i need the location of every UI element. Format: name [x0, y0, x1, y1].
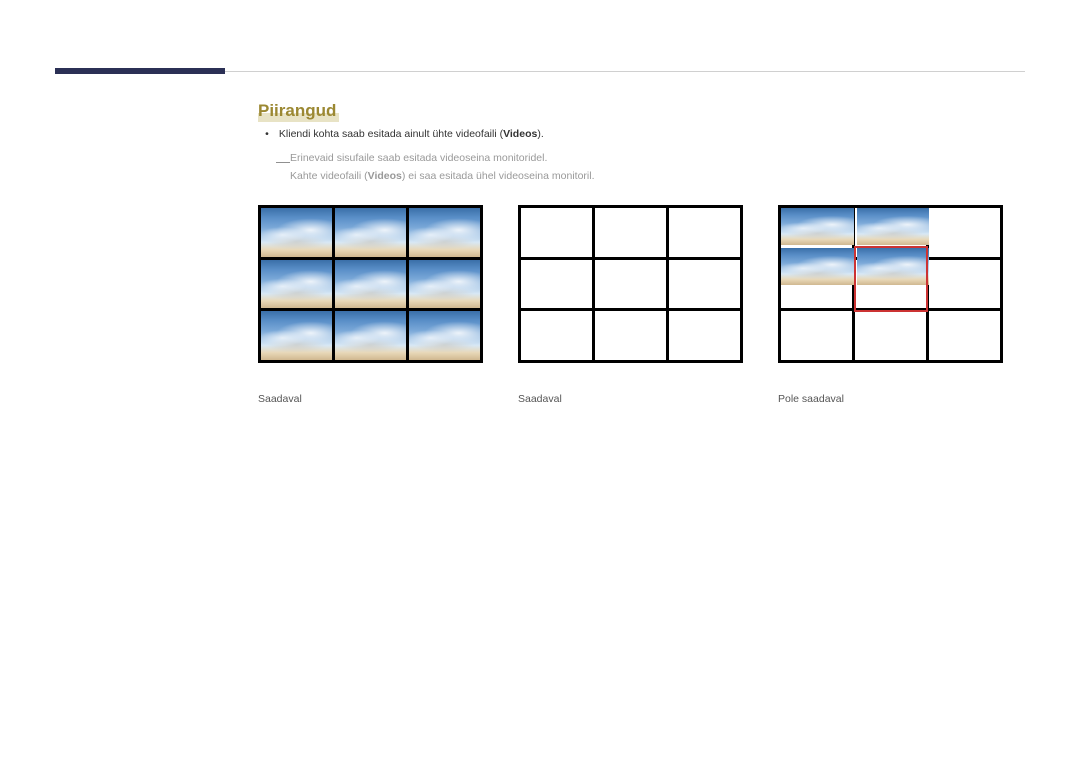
videowall-grid-overlap: [778, 205, 1003, 363]
video-cell: [857, 248, 930, 285]
videos-keyword: Videos: [503, 128, 537, 140]
grid-cell-sky: [261, 208, 332, 257]
illustration-available-empty: Saadaval: [518, 205, 743, 405]
grid-cell-empty: [781, 311, 852, 360]
dash-icon: ―: [276, 150, 290, 174]
grid-cell-empty: [929, 208, 1000, 257]
grid-cell-sky: [261, 260, 332, 309]
sub-line1: Erinevaid sisufaile saab esitada videose…: [290, 152, 547, 164]
video-cell: [781, 248, 854, 285]
videowall-grid-empty: [518, 205, 743, 363]
sub-line2-suffix: ) ei saa esitada ühel videoseina monitor…: [402, 170, 595, 182]
grid-cell-sky: [335, 260, 406, 309]
grid-cell-sky: [335, 311, 406, 360]
illustration-not-available: Pole saadaval: [778, 205, 1003, 405]
grid-cell-sky: [335, 208, 406, 257]
grid-cell-empty: [669, 208, 740, 257]
caption-available: Saadaval: [258, 393, 483, 405]
grid-cell-empty: [595, 208, 666, 257]
header-divider: [225, 71, 1025, 72]
video-cell: [781, 208, 854, 245]
section-title: Piirangud: [258, 100, 339, 122]
grid-cell-empty: [855, 311, 926, 360]
video-cell: [857, 208, 930, 245]
bullet-item: • Kliendi kohta saab esitada ainult ühte…: [258, 128, 958, 140]
grid-cell-empty: [929, 311, 1000, 360]
grid-cell-sky: [409, 208, 480, 257]
grid-cell-empty: [929, 260, 1000, 309]
grid-cells: [518, 205, 743, 363]
grid-cell-empty: [521, 208, 592, 257]
sub-line2-prefix: Kahte videofaili (: [290, 170, 368, 182]
grid-cell-empty: [669, 311, 740, 360]
caption-available: Saadaval: [518, 393, 743, 405]
grid-cell-empty: [595, 260, 666, 309]
restrictions-text: • Kliendi kohta saab esitada ainult ühte…: [258, 128, 958, 186]
illustrations-row: Saadaval Saadaval: [258, 205, 1003, 405]
grid-cell-sky: [261, 311, 332, 360]
grid-cell-empty: [595, 311, 666, 360]
grid-cells: [258, 205, 483, 363]
grid-cell-empty: [521, 260, 592, 309]
videowall-grid-full: [258, 205, 483, 363]
header-accent-bar: [55, 68, 225, 74]
grid-cell-sky: [409, 311, 480, 360]
illustration-available-full: Saadaval: [258, 205, 483, 405]
bullet-text-suffix: ).: [537, 128, 543, 140]
caption-not-available: Pole saadaval: [778, 393, 1003, 405]
grid-cell-empty: [669, 260, 740, 309]
bullet-text-prefix: Kliendi kohta saab esitada ainult ühte v…: [279, 128, 503, 140]
grid-cell-empty: [521, 311, 592, 360]
bullet-dot: •: [258, 128, 276, 140]
videos-keyword: Videos: [368, 170, 402, 182]
sub-note: ― Erinevaid sisufaile saab esitada video…: [276, 150, 958, 186]
grid-cell-sky: [409, 260, 480, 309]
